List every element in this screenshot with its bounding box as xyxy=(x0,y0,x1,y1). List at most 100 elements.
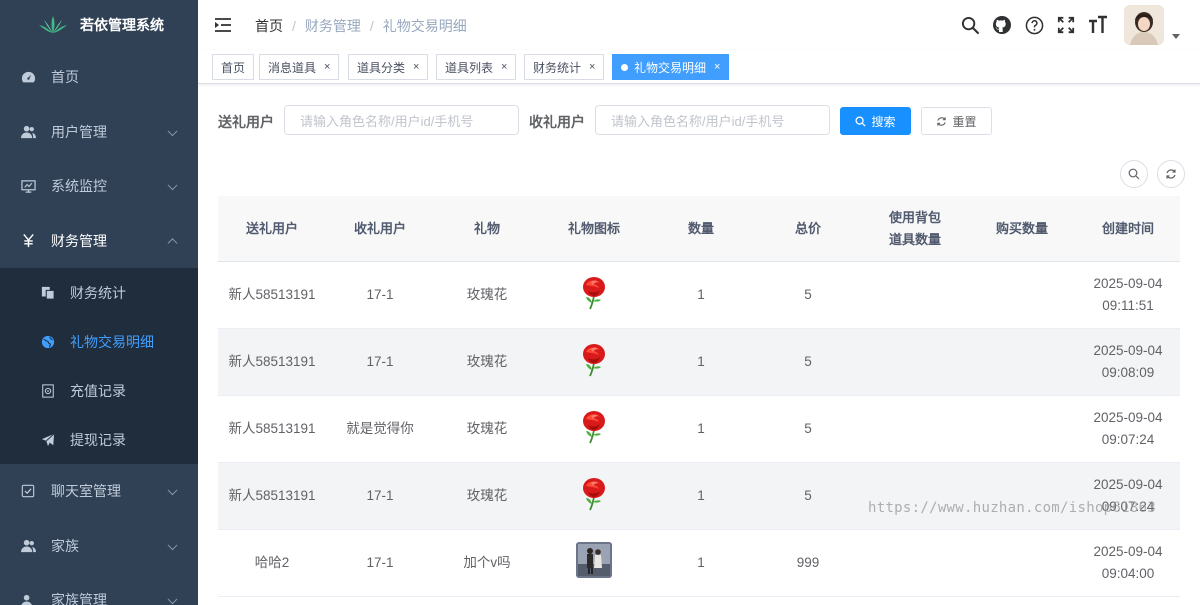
table-row: 哈哈2 17-1 加个v吗 1 999 2025-09-04 09:04:00 xyxy=(218,530,1180,597)
receiver-placeholder: 请输入角色名称/用户id/手机号 xyxy=(611,113,785,129)
receiver-input[interactable]: 请输入角色名称/用户id/手机号 xyxy=(595,105,830,135)
rose-gift-icon[interactable] xyxy=(576,408,612,451)
sidebar-item-family-management[interactable]: 家族管理 xyxy=(0,573,198,605)
search-icon[interactable] xyxy=(960,15,980,35)
hamburger-icon[interactable] xyxy=(214,16,232,34)
cell-qty: 1 xyxy=(697,421,705,436)
refresh-button[interactable] xyxy=(1157,160,1185,188)
cell-qty: 1 xyxy=(697,555,705,570)
tag-label: 消息道具 xyxy=(268,60,317,75)
sidebar-item-user-management[interactable]: 用户管理 xyxy=(0,105,198,160)
close-icon[interactable]: × xyxy=(413,61,419,73)
cell-qty: 1 xyxy=(697,488,705,503)
user-icon xyxy=(20,538,36,554)
cell-receiver: 就是觉得你 xyxy=(346,421,414,436)
tag-label: 道具列表 xyxy=(445,60,494,75)
gift-icon-cell xyxy=(540,396,648,462)
breadcrumb-separator: / xyxy=(292,18,296,34)
close-icon[interactable]: × xyxy=(589,61,595,73)
money-icon xyxy=(40,383,56,399)
sender-input[interactable]: 请输入角色名称/用户id/手机号 xyxy=(284,105,519,135)
cell-sender: 哈哈2 xyxy=(254,555,290,570)
chevron-down-icon xyxy=(167,126,178,136)
user-icon xyxy=(20,124,36,140)
globe-icon xyxy=(40,334,56,350)
sidebar-item-label: 家族管理 xyxy=(51,592,107,605)
column-header: 送礼用户 xyxy=(245,220,298,236)
table-row: 新人58513191 17-1 玫瑰花 1 5 2025-09-04 09:08:09 xyxy=(218,329,1180,396)
tag-message-props[interactable]: 消息道具 × xyxy=(259,54,340,80)
column-header: 创建时间 xyxy=(1101,220,1154,236)
rose-gift-icon[interactable] xyxy=(576,475,612,518)
tag-home[interactable]: 首页 xyxy=(212,54,255,80)
avatar[interactable] xyxy=(1124,5,1164,45)
cell-time: 2025-09-04 09:04:00 xyxy=(1093,544,1163,581)
app-title: 若依管理系统 xyxy=(80,17,164,33)
sidebar-item-label: 系统监控 xyxy=(51,178,107,195)
search-button[interactable]: 搜索 xyxy=(840,107,911,135)
cell-buy_qty xyxy=(968,262,1076,328)
close-icon[interactable]: × xyxy=(324,61,330,73)
sidebar-item-label: 财务管理 xyxy=(51,232,107,249)
cell-sender: 新人58513191 xyxy=(228,354,316,369)
cell-gift: 玫瑰花 xyxy=(466,488,508,503)
cell-buy_qty xyxy=(968,530,1076,596)
breadcrumb-home[interactable]: 首页 xyxy=(255,16,283,36)
reset-button[interactable]: 重置 xyxy=(921,107,992,135)
cell-receiver: 17-1 xyxy=(366,555,394,570)
cell-buy_qty xyxy=(968,396,1076,462)
sidebar-item-recharge-records[interactable]: 充值记录 xyxy=(0,366,198,415)
chevron-down-icon xyxy=(167,485,178,496)
sidebar: 若依管理系统 首页 用户管理 系统监控 财务管理 财务统计 礼物交易明细 充值记… xyxy=(0,0,198,605)
breadcrumb-current: 礼物交易明细 xyxy=(382,18,467,34)
column-header: 总价 xyxy=(794,220,821,236)
sidebar-item-chatroom[interactable]: 聊天室管理 xyxy=(0,464,198,519)
caret-down-icon[interactable] xyxy=(1172,33,1180,39)
rose-gift-icon[interactable] xyxy=(576,274,612,317)
monitor-icon xyxy=(20,178,36,194)
chevron-down-icon xyxy=(167,594,178,605)
help-icon[interactable] xyxy=(1024,15,1044,35)
close-icon[interactable]: × xyxy=(501,61,507,73)
finance-submenu: 财务统计 礼物交易明细 充值记录 提现记录 xyxy=(0,268,198,464)
sidebar-item-home[interactable]: 首页 xyxy=(0,50,198,105)
chevron-down-icon xyxy=(167,180,178,191)
sidebar-item-finance[interactable]: 财务管理 xyxy=(0,214,198,269)
tag-finance-stats[interactable]: 财务统计 × xyxy=(524,54,605,80)
github-icon[interactable] xyxy=(992,15,1012,35)
table-row: 新人58513191 17-1 玫瑰花 1 5 2025-09-04 09:11:51 xyxy=(218,262,1180,329)
tag-gift-transactions[interactable]: 礼物交易明细 × xyxy=(612,54,730,80)
active-dot xyxy=(621,63,628,71)
logo[interactable]: 若依管理系统 xyxy=(0,0,198,50)
cell-sender: 新人58513191 xyxy=(228,488,316,503)
cell-gift: 玫瑰花 xyxy=(466,421,508,436)
close-icon[interactable]: × xyxy=(714,61,720,73)
column-header: 购买数量 xyxy=(995,220,1048,236)
checkbox-icon xyxy=(20,483,36,499)
breadcrumb: 首页 / 财务管理 / 礼物交易明细 xyxy=(255,16,467,36)
cell-total: 5 xyxy=(804,421,812,436)
tag-prop-category[interactable]: 道具分类 × xyxy=(348,54,429,80)
cell-bag_qty xyxy=(862,463,968,529)
rose-gift-icon[interactable] xyxy=(576,341,612,384)
cell-sender: 新人58513191 xyxy=(228,287,316,302)
cell-bag_qty xyxy=(862,329,968,395)
tag-label: 财务统计 xyxy=(533,60,582,75)
sidebar-item-gift-transactions[interactable]: 礼物交易明细 xyxy=(0,317,198,366)
tag-prop-list[interactable]: 道具列表 × xyxy=(436,54,517,80)
column-header: 礼物 xyxy=(473,220,500,236)
sidebar-item-family[interactable]: 家族 xyxy=(0,519,198,574)
search-icon xyxy=(1128,168,1140,180)
sidebar-item-system-monitor[interactable]: 系统监控 xyxy=(0,159,198,214)
sidebar-item-withdraw-records[interactable]: 提现记录 xyxy=(0,415,198,464)
fullscreen-icon[interactable] xyxy=(1056,15,1076,35)
tag-label: 首页 xyxy=(221,60,246,75)
photo-gift-icon[interactable] xyxy=(576,541,612,585)
search-icon xyxy=(855,115,867,127)
cell-sender: 新人58513191 xyxy=(228,421,316,436)
refresh-icon xyxy=(936,116,947,127)
toggle-search-button[interactable] xyxy=(1120,160,1148,188)
sidebar-item-finance-stats[interactable]: 财务统计 xyxy=(0,268,198,317)
font-size-icon[interactable] xyxy=(1088,15,1108,35)
chevron-up-icon xyxy=(167,237,178,248)
